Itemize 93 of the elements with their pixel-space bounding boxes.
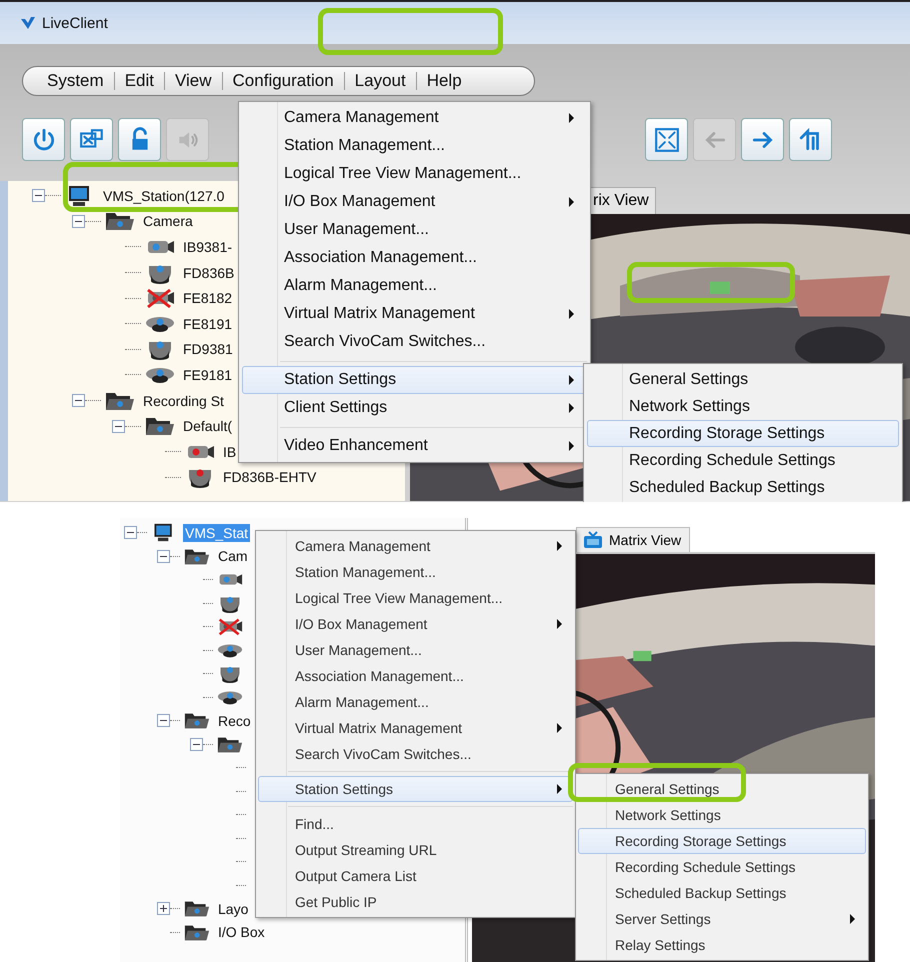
folder-icon — [105, 210, 135, 232]
remote-icon[interactable] — [70, 118, 113, 161]
menu-item[interactable]: Server Settings — [578, 906, 866, 932]
matrix-view-tab[interactable]: Matrix View — [576, 527, 690, 552]
menu-item[interactable]: Camera Management — [258, 533, 573, 559]
menu-item[interactable]: Logical Tree View Management... — [242, 160, 587, 188]
folder-icon — [184, 899, 210, 918]
tree-item[interactable]: FD836B-EHTV — [221, 468, 318, 486]
menu-item[interactable]: Layout — [344, 71, 416, 91]
tree-line — [236, 814, 246, 816]
menu-item[interactable]: Recording Schedule Settings — [578, 854, 866, 880]
menu-item[interactable]: Alarm Management... — [258, 689, 573, 715]
tree-item[interactable]: IB — [221, 442, 238, 461]
menu-item[interactable]: Recording Storage Settings — [587, 420, 899, 447]
folder-icon — [145, 415, 175, 438]
collapse-toggle[interactable] — [112, 420, 125, 433]
menu-item[interactable]: Search VivoCam Switches... — [258, 741, 573, 767]
forward-icon[interactable] — [741, 118, 784, 161]
menu-item[interactable]: Network Settings — [578, 802, 866, 828]
collapse-toggle[interactable] — [157, 902, 170, 916]
menu-item[interactable]: Output Camera List — [258, 863, 573, 889]
collapse-toggle[interactable] — [124, 526, 137, 540]
tree-line — [236, 838, 246, 839]
menu-item[interactable]: I/O Box Management — [242, 188, 587, 216]
matrix-view-tab[interactable]: rix View — [590, 187, 656, 214]
menu-item[interactable]: Association Management... — [242, 244, 587, 272]
menu-item[interactable]: Scheduled Backup Settings — [578, 880, 866, 906]
camera-offline-icon — [217, 617, 243, 636]
menu-item[interactable]: Virtual Matrix Management — [242, 300, 587, 328]
tree-line — [236, 790, 246, 792]
tree-item[interactable]: Default( — [181, 417, 234, 436]
menu-item[interactable]: Network Settings — [587, 393, 899, 420]
menu-item[interactable]: Find... — [258, 811, 573, 837]
tree-item[interactable]: Reco — [216, 712, 253, 730]
menu-item[interactable]: Virtual Matrix Management — [258, 715, 573, 741]
tree-line — [236, 884, 246, 886]
menu-item[interactable]: Recording Schedule Settings — [587, 447, 899, 474]
menu-item[interactable]: Station Settings — [258, 776, 573, 802]
menu-item[interactable]: System — [37, 71, 114, 91]
tree-line — [236, 767, 246, 768]
folder-icon — [184, 711, 210, 730]
tree-item[interactable]: Layo — [216, 900, 250, 918]
folder-icon — [184, 922, 210, 942]
tree-item[interactable]: Camera — [141, 212, 195, 230]
menu-item[interactable]: Station Management... — [258, 559, 573, 585]
return-icon[interactable] — [789, 118, 832, 161]
tree-item[interactable]: I/O Box — [216, 923, 267, 942]
logo-icon — [20, 15, 36, 31]
menu-item[interactable]: Alarm Management... — [242, 272, 587, 300]
menu-item[interactable]: Logical Tree View Management... — [258, 585, 573, 611]
lock-icon[interactable] — [118, 118, 161, 161]
menu-item[interactable]: Recording Storage Settings — [578, 828, 866, 854]
menu-item[interactable]: Client Settings — [242, 394, 587, 422]
menu-item[interactable]: Get Public IP — [258, 889, 573, 915]
collapse-toggle[interactable] — [32, 189, 45, 202]
menu-item[interactable]: Station Management... — [242, 132, 587, 160]
tree-item[interactable]: Recording St — [141, 392, 226, 410]
tree-line — [236, 861, 246, 862]
tv-icon — [583, 531, 603, 549]
tree-item[interactable]: VMS_Station(127.0 — [101, 186, 226, 205]
menu-item[interactable]: User Management... — [258, 637, 573, 663]
menu-item[interactable]: View — [164, 71, 222, 91]
collapse-toggle[interactable] — [157, 550, 170, 563]
collapse-toggle[interactable] — [157, 714, 170, 728]
tree-item[interactable]: FD9381 — [181, 340, 235, 358]
menu-item[interactable]: I/O Box Management — [258, 611, 573, 637]
folder-icon — [217, 734, 243, 754]
tree-item[interactable]: FE8191 — [181, 314, 234, 333]
fullscreen-icon[interactable] — [645, 118, 688, 161]
menu-item[interactable]: General Settings — [587, 366, 899, 393]
camera-offline-icon — [145, 287, 175, 310]
menu-item[interactable]: Output Streaming URL — [258, 837, 573, 863]
menu-item[interactable]: Configuration — [222, 71, 344, 91]
tree-item[interactable]: FE8182 — [181, 289, 234, 308]
menu-item[interactable]: Association Management... — [258, 663, 573, 689]
collapse-toggle[interactable] — [190, 738, 203, 751]
tree-item[interactable]: FE9181 — [181, 366, 234, 384]
menu-item[interactable]: Video Enhancement — [242, 432, 587, 460]
tree-item[interactable]: IB9381- — [181, 238, 234, 256]
menu-item[interactable]: Camera Management — [242, 104, 587, 132]
menu-item[interactable]: User Management... — [242, 216, 587, 244]
menu-item[interactable]: Relay Settings — [578, 932, 866, 958]
collapse-toggle[interactable] — [72, 394, 85, 408]
window-title: LiveClient — [42, 14, 108, 32]
menu-item[interactable]: Scheduled Backup Settings — [587, 474, 899, 501]
tree-item[interactable]: FD836B — [181, 264, 236, 282]
menu-item[interactable]: Help — [416, 71, 472, 91]
tree-item[interactable]: Cam — [216, 547, 250, 566]
menu-item[interactable]: Edit — [114, 71, 164, 91]
menu-item[interactable]: Search VivoCam Switches... — [242, 328, 587, 356]
folder-icon — [184, 546, 210, 566]
collapse-toggle[interactable] — [72, 214, 85, 228]
power-icon[interactable] — [22, 118, 65, 161]
